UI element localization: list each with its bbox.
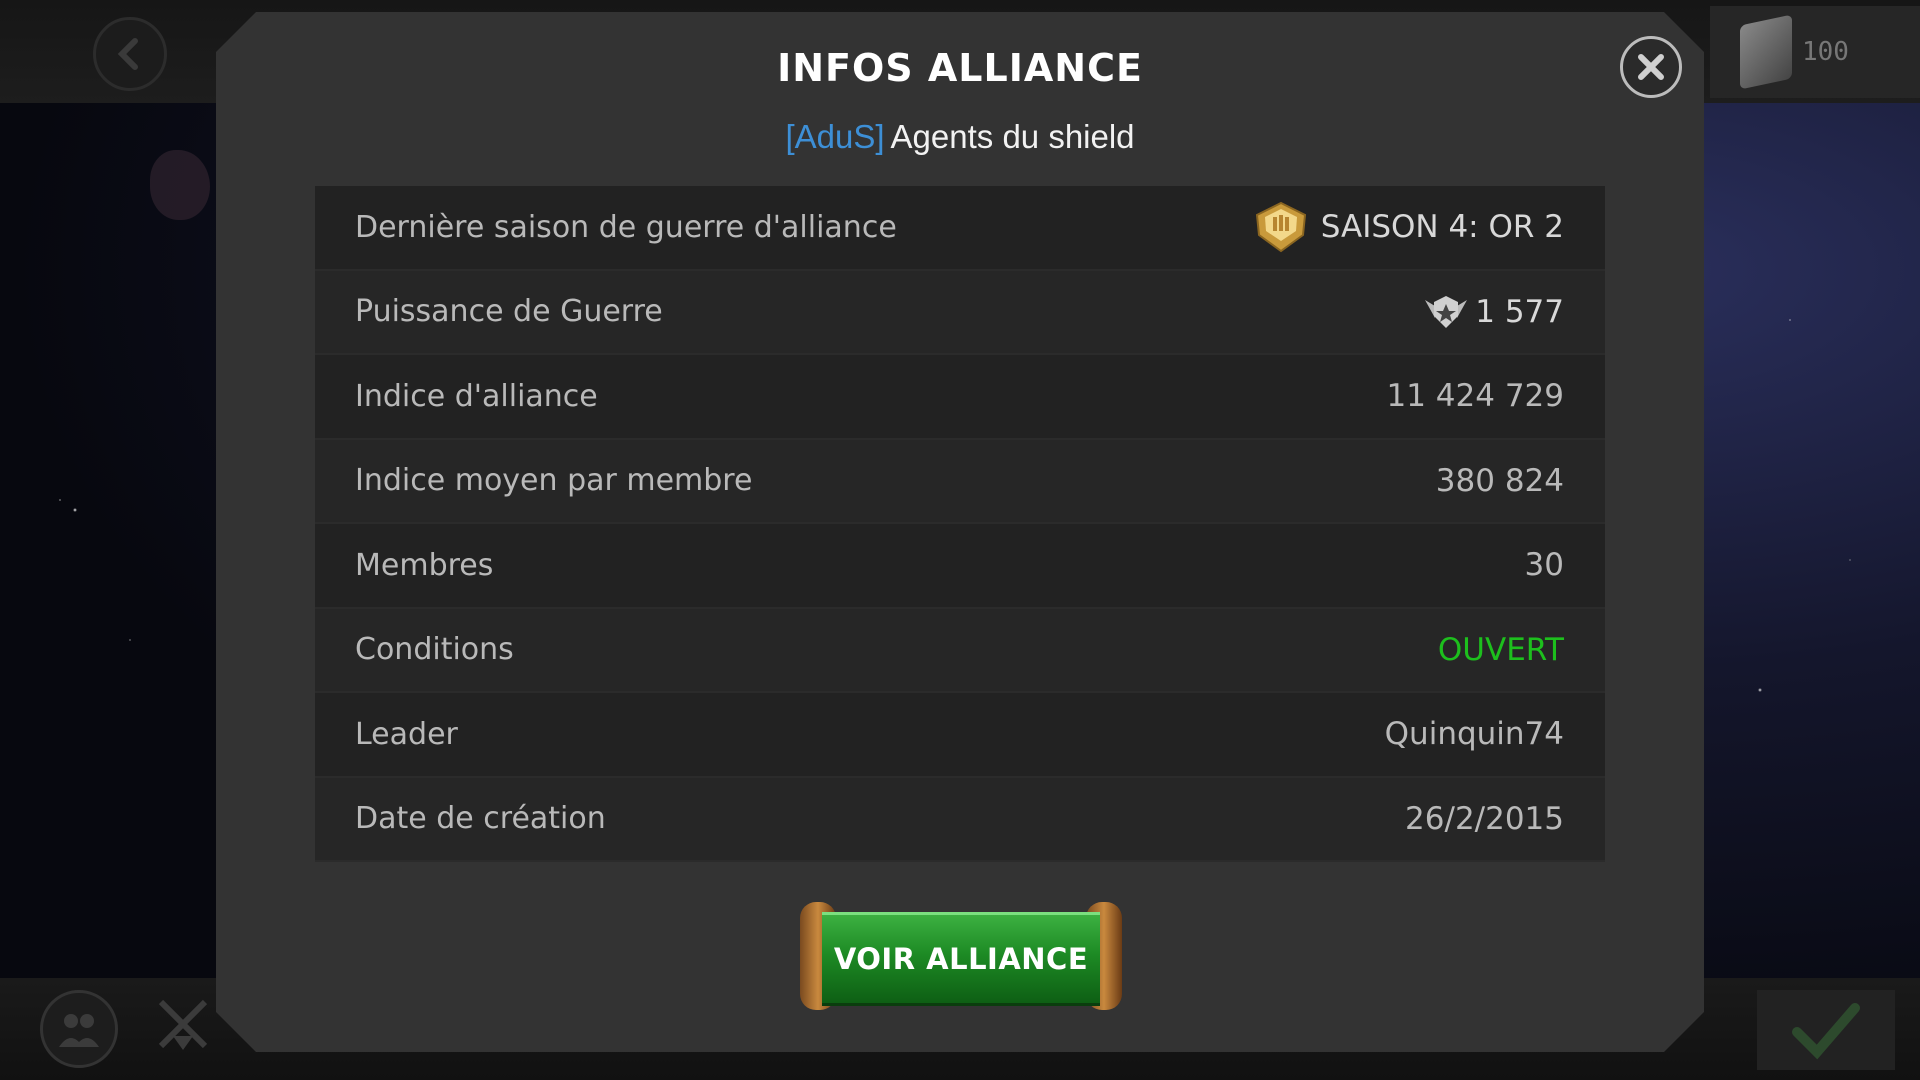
checkmark-icon (1792, 1003, 1860, 1060)
row-label: Leader (355, 716, 458, 752)
row-value: 30 (1524, 547, 1564, 584)
info-row-alliance-rating: Indice d'alliance 11 424 729 (315, 355, 1605, 440)
row-value: SAISON 4: OR 2 (1253, 201, 1564, 253)
info-row-members: Membres 30 (315, 524, 1605, 609)
info-row-leader: Leader Quinquin74 (315, 693, 1605, 778)
creation-date: 26/2/2015 (1405, 800, 1564, 837)
row-label: Dernière saison de guerre d'alliance (355, 209, 897, 245)
alliance-war-button[interactable] (148, 990, 218, 1062)
status-value-open: OUVERT (1437, 631, 1564, 668)
asteroid-decoration (150, 150, 210, 220)
alliance-tag: [AduS] (785, 118, 885, 155)
alliance-name: Agents du shield (890, 118, 1135, 155)
chevron-left-icon (117, 38, 138, 70)
token-icon (1740, 14, 1792, 90)
info-row-creation-date: Date de création 26/2/2015 (315, 777, 1605, 862)
row-value: 1 577 (1423, 294, 1564, 330)
modal-title: INFOS ALLIANCE (777, 46, 1143, 90)
gold-season-badge-icon (1255, 202, 1306, 253)
token-count: 100 (1802, 37, 1849, 67)
war-rating-emblem-icon (1425, 295, 1468, 328)
close-button[interactable] (1620, 36, 1682, 98)
info-row-conditions: Conditions OUVERT (315, 608, 1605, 693)
row-label: Date de création (355, 801, 606, 837)
info-row-war-rating: Puissance de Guerre 1 577 (315, 270, 1605, 355)
view-alliance-label: VOIR ALLIANCE (822, 912, 1100, 1006)
row-label: Membres (355, 547, 494, 583)
war-rating-value: 1 577 (1475, 293, 1564, 330)
row-label: Puissance de Guerre (355, 294, 663, 330)
info-row-last-war-season: Dernière saison de guerre d'alliance SAI… (315, 186, 1605, 271)
row-value: 11 424 729 (1386, 378, 1565, 415)
leader-name: Quinquin74 (1384, 716, 1564, 753)
war-season-value: SAISON 4: OR 2 (1320, 209, 1564, 246)
people-icon (59, 1014, 99, 1047)
info-row-average-rating: Indice moyen par membre 380 824 (315, 439, 1605, 524)
row-label: Conditions (355, 632, 514, 668)
row-label: Indice moyen par membre (355, 463, 753, 499)
bottom-nav (40, 990, 218, 1068)
alliance-info-table: Dernière saison de guerre d'alliance SAI… (315, 186, 1605, 862)
alliance-name-line: [AduS] Agents du shield (216, 118, 1704, 156)
close-icon (1638, 54, 1664, 80)
view-alliance-button[interactable]: VOIR ALLIANCE (800, 902, 1122, 1010)
token-counter[interactable]: 100 (1710, 6, 1920, 98)
crossed-swords-icon (158, 999, 208, 1050)
alliance-members-button[interactable] (40, 990, 118, 1068)
row-value: 380 824 (1435, 462, 1564, 499)
alliance-info-modal: INFOS ALLIANCE [AduS] Agents du shield De… (216, 12, 1704, 1052)
back-button[interactable] (93, 17, 167, 91)
confirm-button[interactable] (1757, 990, 1895, 1070)
row-label: Indice d'alliance (355, 378, 598, 414)
